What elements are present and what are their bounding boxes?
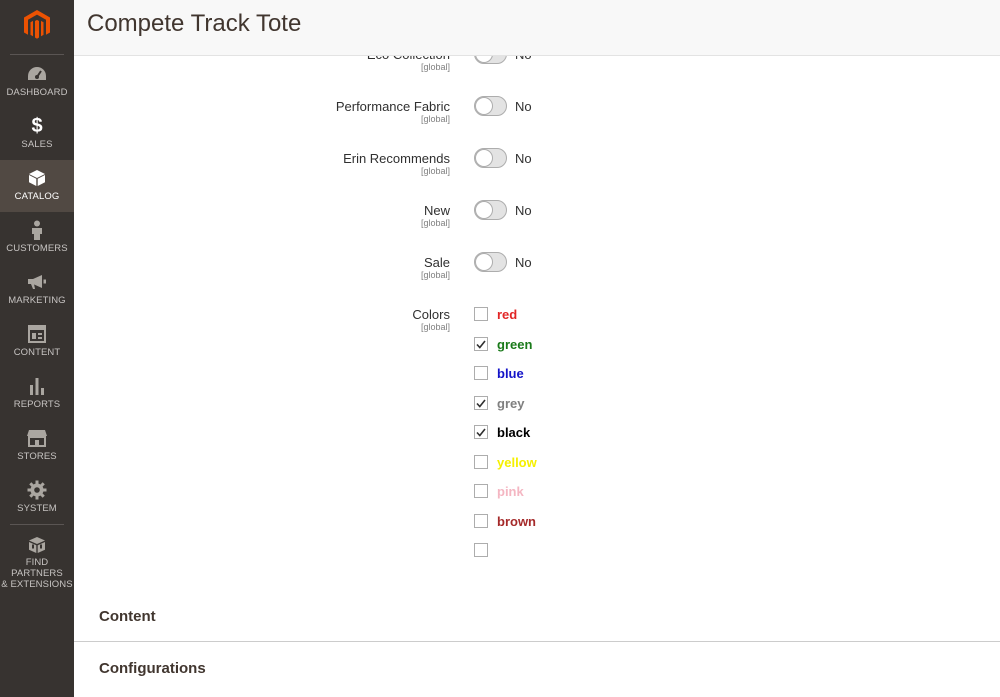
color-checkbox-grey[interactable] xyxy=(474,396,488,410)
field-scope: [global] xyxy=(420,218,450,228)
toggle-value: No xyxy=(515,99,532,114)
sidebar-divider xyxy=(10,54,64,55)
sidebar-item-label: CUSTOMERS xyxy=(6,243,68,254)
field-label-new: New xyxy=(423,203,450,218)
performance-fabric-toggle[interactable] xyxy=(474,96,507,116)
sidebar-item-stores[interactable]: STORES xyxy=(0,420,74,472)
color-option-label: black xyxy=(497,425,531,440)
field-scope: [global] xyxy=(420,114,450,124)
erin-recommends-toggle[interactable] xyxy=(474,148,507,168)
color-checkbox-pink[interactable] xyxy=(474,484,488,498)
color-checkbox-black[interactable] xyxy=(474,425,488,439)
person-icon xyxy=(30,220,44,240)
field-label-performance-fabric: Performance Fabric xyxy=(335,99,450,114)
extensions-icon xyxy=(27,536,47,554)
box-icon xyxy=(28,168,46,188)
field-scope: [global] xyxy=(420,62,450,72)
sidebar-divider xyxy=(10,524,64,525)
megaphone-icon xyxy=(27,272,47,292)
field-label-erin-recommends: Erin Recommends xyxy=(343,151,450,166)
page-title: Compete Track Tote xyxy=(87,10,302,37)
checkmark-icon xyxy=(476,399,486,408)
layout-icon xyxy=(28,324,46,344)
sidebar-item-label: STORES xyxy=(17,451,57,462)
magento-logo[interactable] xyxy=(0,0,74,50)
section-content-title[interactable]: Content xyxy=(99,608,156,625)
field-scope: [global] xyxy=(420,322,450,332)
sidebar-item-label: CATALOG xyxy=(14,191,60,202)
toggle-knob xyxy=(475,201,493,219)
sidebar-item-content[interactable]: CONTENT xyxy=(0,316,74,368)
sidebar-item-sales[interactable]: $ SALES xyxy=(0,108,74,160)
field-scope: [global] xyxy=(420,166,450,176)
toggle-knob xyxy=(475,97,493,115)
checkmark-icon xyxy=(476,428,486,437)
sidebar-item-customers[interactable]: CUSTOMERS xyxy=(0,212,74,264)
toggle-value: No xyxy=(515,151,532,166)
sidebar-item-label: SYSTEM xyxy=(17,503,57,514)
color-option-label: blue xyxy=(497,366,524,381)
page-header: Compete Track Tote xyxy=(74,0,1000,56)
field-scope: [global] xyxy=(420,270,450,280)
sidebar-item-marketing[interactable]: MARKETING xyxy=(0,264,74,316)
toggle-knob xyxy=(475,253,493,271)
sidebar-item-label: CONTENT xyxy=(13,347,61,358)
color-option-label: brown xyxy=(497,514,536,529)
sidebar-item-system[interactable]: SYSTEM xyxy=(0,472,74,524)
toggle-value: No xyxy=(515,255,532,270)
color-checkbox-brown[interactable] xyxy=(474,514,488,528)
storefront-icon xyxy=(27,428,47,448)
toggle-knob xyxy=(475,149,493,167)
color-checkbox-green[interactable] xyxy=(474,337,488,351)
color-option-label: green xyxy=(497,337,533,352)
bar-chart-icon xyxy=(28,376,46,396)
sale-toggle[interactable] xyxy=(474,252,507,272)
color-checkbox-blue[interactable] xyxy=(474,366,488,380)
color-option-label: yellow xyxy=(497,455,537,470)
color-option-label: red xyxy=(497,307,518,322)
sidebar-item-label: MARKETING xyxy=(8,295,66,306)
toggle-value: No xyxy=(515,203,532,218)
new-toggle[interactable] xyxy=(474,200,507,220)
admin-sidebar: DASHBOARD $ SALES CATALOG CUSTOMERS MARK… xyxy=(0,0,74,697)
checkmark-icon xyxy=(476,340,486,349)
color-checkbox-yellow[interactable] xyxy=(474,455,488,469)
gear-icon xyxy=(27,480,47,500)
color-option-label: pink xyxy=(497,484,524,499)
section-divider xyxy=(74,641,1000,642)
field-label-colors: Colors xyxy=(412,307,450,322)
section-configurations-title[interactable]: Configurations xyxy=(99,660,206,677)
color-option-label: grey xyxy=(497,396,525,411)
sidebar-item-label: DASHBOARD xyxy=(6,87,68,98)
sidebar-item-label: REPORTS xyxy=(13,399,61,410)
sidebar-item-label: FIND PARTNERS & EXTENSIONS xyxy=(1,557,73,590)
dollar-icon: $ xyxy=(31,115,43,137)
color-checkbox-unnamed[interactable] xyxy=(474,543,488,557)
sidebar-item-label: SALES xyxy=(21,139,53,150)
field-label-sale: Sale xyxy=(423,255,450,270)
sidebar-item-find-partners[interactable]: FIND PARTNERS & EXTENSIONS xyxy=(0,528,74,590)
sidebar-item-catalog[interactable]: CATALOG xyxy=(0,160,74,212)
sidebar-item-reports[interactable]: REPORTS xyxy=(0,368,74,420)
dashboard-icon xyxy=(27,64,47,84)
sidebar-item-dashboard[interactable]: DASHBOARD xyxy=(0,56,74,108)
color-checkbox-red[interactable] xyxy=(474,307,488,321)
